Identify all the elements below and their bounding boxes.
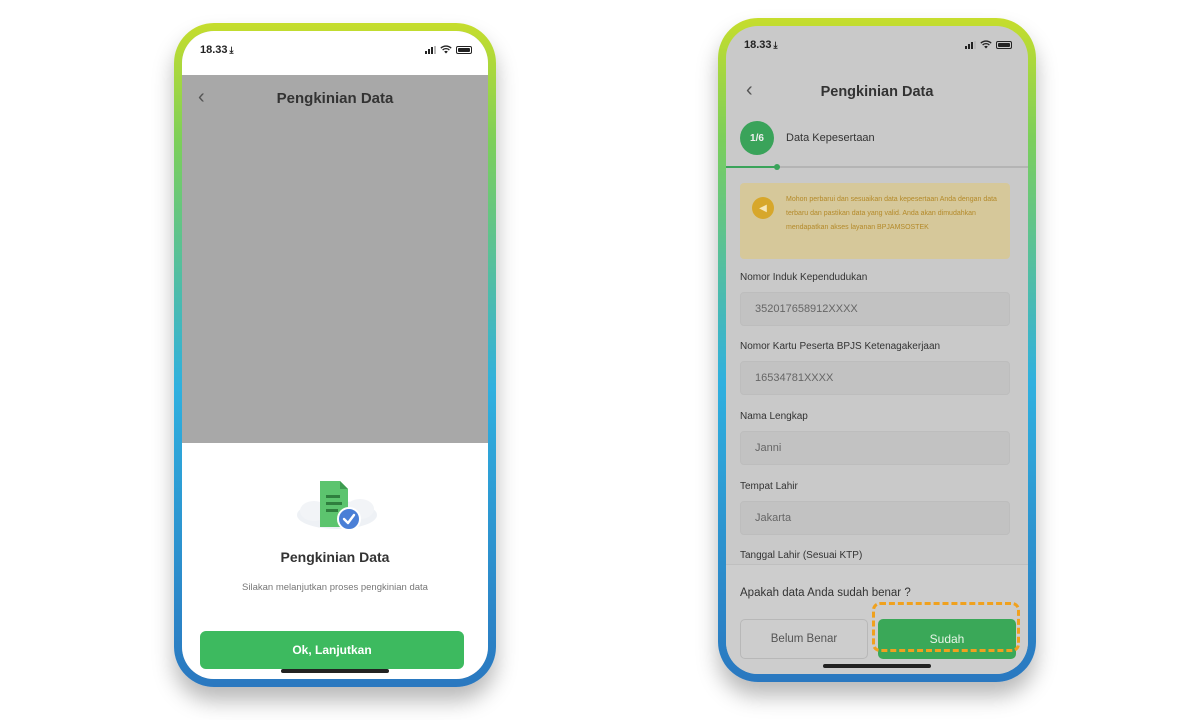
phone-mockup-left: 18.33 ⤓ ‹ Pengkinian Data Pengkinian Dat…	[174, 23, 496, 687]
ok-lanjutkan-button[interactable]: Ok, Lanjutkan	[200, 631, 464, 669]
step-progress-dot	[774, 164, 780, 170]
confirm-question: Apakah data Anda sudah benar ?	[740, 587, 911, 599]
warning-text: Mohon perbarui dan sesuaikan data kepese…	[786, 196, 997, 231]
nama-lengkap-field[interactable]: Janni	[740, 431, 1010, 465]
warning-banner: ◀ Mohon perbarui dan sesuaikan data kepe…	[740, 183, 1010, 259]
page-title: Pengkinian Data	[276, 90, 394, 107]
step-progress-bar	[726, 164, 1028, 170]
kartu-peserta-label: Nomor Kartu Peserta BPJS Ketenagakerjaan	[740, 341, 941, 352]
signal-icon	[965, 40, 976, 49]
home-indicator	[823, 664, 931, 668]
kartu-peserta-field[interactable]: 16534781XXXX	[740, 361, 1010, 395]
battery-icon	[456, 45, 472, 54]
nama-lengkap-label: Nama Lengkap	[740, 411, 808, 422]
sudah-button[interactable]: Sudah	[878, 619, 1016, 659]
status-bar: 18.33 ⤓	[182, 31, 488, 75]
app-header: ‹ Pengkinian Data	[182, 75, 488, 119]
megaphone-icon: ◀	[752, 197, 774, 219]
download-icon: ⤓	[229, 45, 234, 55]
nik-field[interactable]: 352017658912XXXX	[740, 292, 1010, 326]
wifi-icon	[440, 45, 452, 54]
tanggal-lahir-label: Tanggal Lahir (Sesuai KTP)	[740, 550, 863, 561]
signal-icon	[425, 45, 436, 54]
belum-benar-button[interactable]: Belum Benar	[740, 619, 868, 659]
sheet-title: Pengkinian Data	[280, 549, 390, 565]
status-time: 18.33	[200, 44, 228, 56]
wifi-icon	[980, 40, 992, 49]
status-bar: 18.33 ⤓	[726, 26, 1028, 66]
tempat-lahir-field[interactable]: Jakarta	[740, 501, 1010, 535]
sheet-subtitle: Silakan melanjutkan proses pengkinian da…	[242, 582, 428, 593]
tempat-lahir-label: Tempat Lahir	[740, 481, 798, 492]
page-title: Pengkinian Data	[820, 84, 934, 100]
nik-label: Nomor Induk Kependudukan	[740, 272, 868, 283]
status-time: 18.33	[744, 39, 772, 51]
step-label: Data Kepesertaan	[786, 132, 875, 144]
confirm-panel: Apakah data Anda sudah benar ? Belum Ben…	[726, 564, 1028, 674]
phone-screen-left: 18.33 ⤓ ‹ Pengkinian Data Pengkinian Dat…	[182, 31, 488, 679]
bottom-sheet: Pengkinian Data Silakan melanjutkan pros…	[182, 443, 488, 679]
step-progress-fill	[726, 166, 777, 168]
document-check-icon	[297, 481, 377, 531]
step-badge: 1/6	[740, 121, 774, 155]
download-icon: ⤓	[773, 40, 778, 50]
phone-screen-right: 18.33 ⤓ ‹ Pengkinian Data 1/6 Data Kepese…	[726, 26, 1028, 674]
phone-mockup-right: 18.33 ⤓ ‹ Pengkinian Data 1/6 Data Kepese…	[718, 18, 1036, 682]
battery-icon	[996, 40, 1012, 49]
home-indicator	[281, 669, 389, 673]
